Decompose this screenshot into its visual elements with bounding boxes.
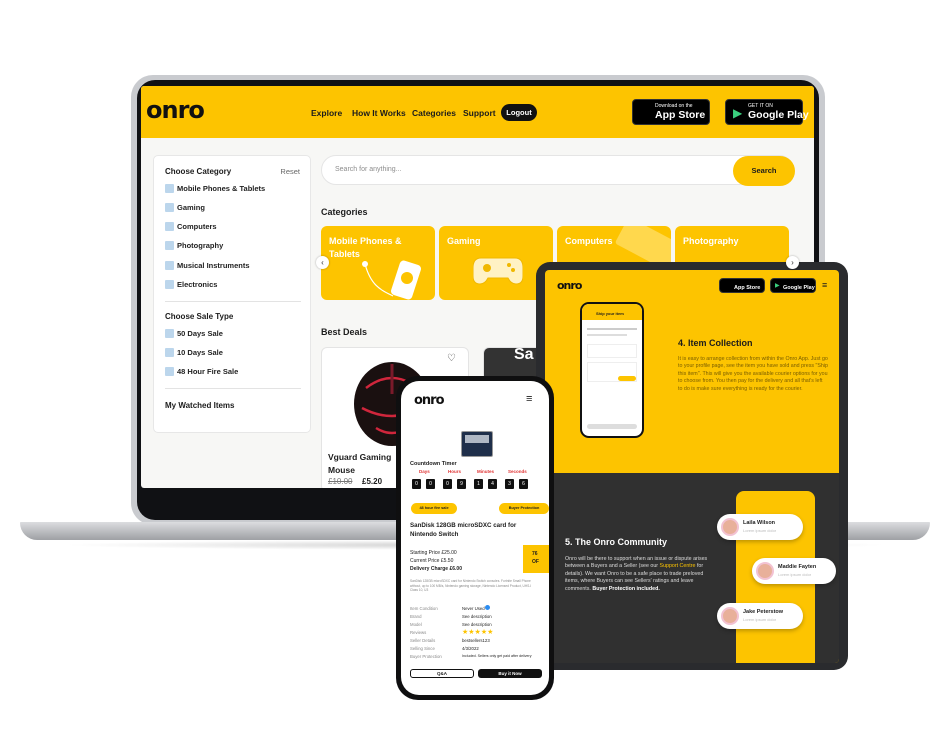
divider [165, 301, 301, 302]
logout-button[interactable]: Logout [501, 104, 537, 121]
google-play-big: Google Play [748, 109, 809, 121]
timer-digit: 1 [474, 479, 483, 489]
mini-phone-screen: Ship your item [582, 304, 642, 436]
checkbox[interactable] [165, 261, 174, 270]
mini-phone-title: Ship your item [596, 311, 624, 316]
tablet-logo[interactable]: onro [557, 279, 582, 292]
site-logo[interactable]: onro [146, 96, 205, 124]
choose-sale-type-title: Choose Sale Type [165, 312, 234, 321]
buy-it-now-button[interactable]: Buy it Now [478, 669, 542, 678]
nav-support[interactable]: Support [463, 108, 496, 118]
unit-hours: Hours [448, 469, 462, 474]
mini-footer-bar [587, 424, 637, 429]
timer-digit: 6 [519, 479, 528, 489]
carousel-next-button[interactable]: › [786, 256, 799, 269]
mini-button [618, 376, 636, 381]
app-store-big: App Store [655, 109, 706, 121]
search-input[interactable]: Search for anything... [335, 166, 402, 173]
mini-line [587, 334, 627, 336]
checkbox[interactable] [165, 222, 174, 231]
tablet-screen: onro App Store ▶ Google Play ≡ Ship your… [545, 270, 839, 663]
current-price: Current Price £5.50 [410, 558, 454, 564]
unit-days: Days [419, 469, 430, 474]
unit-seconds: Seconds [508, 469, 527, 474]
search-bar[interactable]: Search for anything... Search [321, 155, 795, 186]
timer-digit: 3 [505, 479, 514, 489]
site-header: onro Explore How It Works Categories Sup… [141, 86, 814, 138]
deal-card-2-text: Sa [514, 347, 534, 363]
hamburger-menu-icon[interactable]: ≡ [526, 393, 532, 405]
timer-digit: 9 [457, 479, 466, 489]
support-centre-link[interactable]: Support Centre [660, 563, 696, 569]
hamburger-menu-icon[interactable]: ≡ [822, 280, 827, 290]
checkbox[interactable] [165, 203, 174, 212]
watch-heart-icon[interactable]: ♡ [447, 353, 456, 364]
avatar [721, 518, 739, 536]
avatar [721, 607, 739, 625]
google-play-icon: ▶ [733, 106, 743, 120]
starting-price: Starting Price £25.00 [410, 550, 457, 556]
app-store-label: App Store [734, 285, 761, 291]
tablet-google-play-badge[interactable]: ▶ Google Play [770, 278, 816, 293]
qa-button[interactable]: Q&A [410, 669, 474, 678]
best-deals-heading: Best Deals [321, 327, 368, 337]
checkbox[interactable] [165, 241, 174, 250]
gamepad-icon [473, 257, 523, 285]
community-section: 5. The Onro Community Onro will be there… [545, 473, 839, 663]
countdown-label: Countdown Timer [410, 461, 457, 467]
timer-digit: 0 [426, 479, 435, 489]
user-bubble-laila: Laila Wilson Lorem ipsum dolor [717, 514, 803, 540]
google-play-badge[interactable]: ▶ GET IT ON Google Play [725, 99, 809, 125]
mini-line [587, 328, 637, 330]
search-button[interactable]: Search [733, 156, 795, 186]
phone-earbuds-icon [362, 260, 421, 300]
timer-digit: 4 [488, 479, 497, 489]
carousel-prev-button[interactable]: ‹ [316, 256, 329, 269]
divider [165, 388, 301, 389]
checkbox[interactable] [165, 329, 174, 338]
checkbox[interactable] [165, 184, 174, 193]
google-play-icon: ▶ [775, 283, 780, 289]
verified-icon [485, 605, 490, 610]
categories-heading: Categories [321, 207, 368, 217]
buyer-protection-pill: Buyer Protection [499, 503, 549, 514]
app-store-badge[interactable]: Download on the App Store [632, 99, 710, 125]
phone-screen: onro ≡ Countdown Timer Days Hours Minute… [401, 381, 549, 695]
deal-price: £5.20 [362, 477, 383, 486]
checkbox[interactable] [165, 280, 174, 289]
timer-digit: 0 [412, 479, 421, 489]
product-title: SanDisk 128GB microSDXC card for Nintend… [410, 522, 517, 538]
category-card-mobile[interactable]: Mobile Phones & Tablets [321, 226, 435, 300]
item-collection-text: It is easy to arrange collection from wi… [678, 356, 828, 392]
tablet-app-store-badge[interactable]: App Store [719, 278, 765, 293]
nav-how-it-works[interactable]: How It Works [352, 108, 406, 118]
checkbox[interactable] [165, 348, 174, 357]
item-collection-title: 4. Item Collection [678, 338, 753, 348]
timer-digit: 0 [443, 479, 452, 489]
community-title: 5. The Onro Community [565, 537, 668, 547]
google-play-label: Google Play [783, 285, 815, 291]
sd-card-label [465, 435, 489, 443]
filter-sidebar: Choose Category Reset Mobile Phones & Ta… [153, 155, 311, 433]
avatar [756, 562, 774, 580]
user-bubble-maddie: Maddie Fayten Lorem ipsum dolor [752, 558, 836, 584]
unit-minutes: Minutes [477, 469, 495, 474]
nav-explore[interactable]: Explore [311, 108, 342, 118]
reset-link[interactable]: Reset [280, 167, 300, 176]
delivery-charge: Delivery Charge £6.00 [410, 566, 462, 572]
discount-badge: 76 OF [523, 545, 549, 573]
user-bubble-jake: Jake Peterstow Lorem ipsum dolor [717, 603, 803, 629]
fire-sale-pill: 48 hour fire sale [411, 503, 457, 514]
deal-old-price: £10.00 [328, 477, 353, 486]
checkbox[interactable] [165, 367, 174, 376]
rating-stars: ★★★★★ [462, 629, 494, 636]
choose-category-title: Choose Category [165, 167, 232, 176]
my-watched-items-link[interactable]: My Watched Items [165, 401, 235, 410]
nav-categories[interactable]: Categories [412, 108, 456, 118]
phone-logo[interactable]: onro [414, 393, 445, 408]
sd-card-image [461, 431, 493, 457]
product-description: SanDisk 128GB microSDXC card for Nintend… [410, 579, 532, 593]
mini-block [587, 344, 637, 358]
community-text: Onro will be there to support when an is… [565, 556, 708, 592]
